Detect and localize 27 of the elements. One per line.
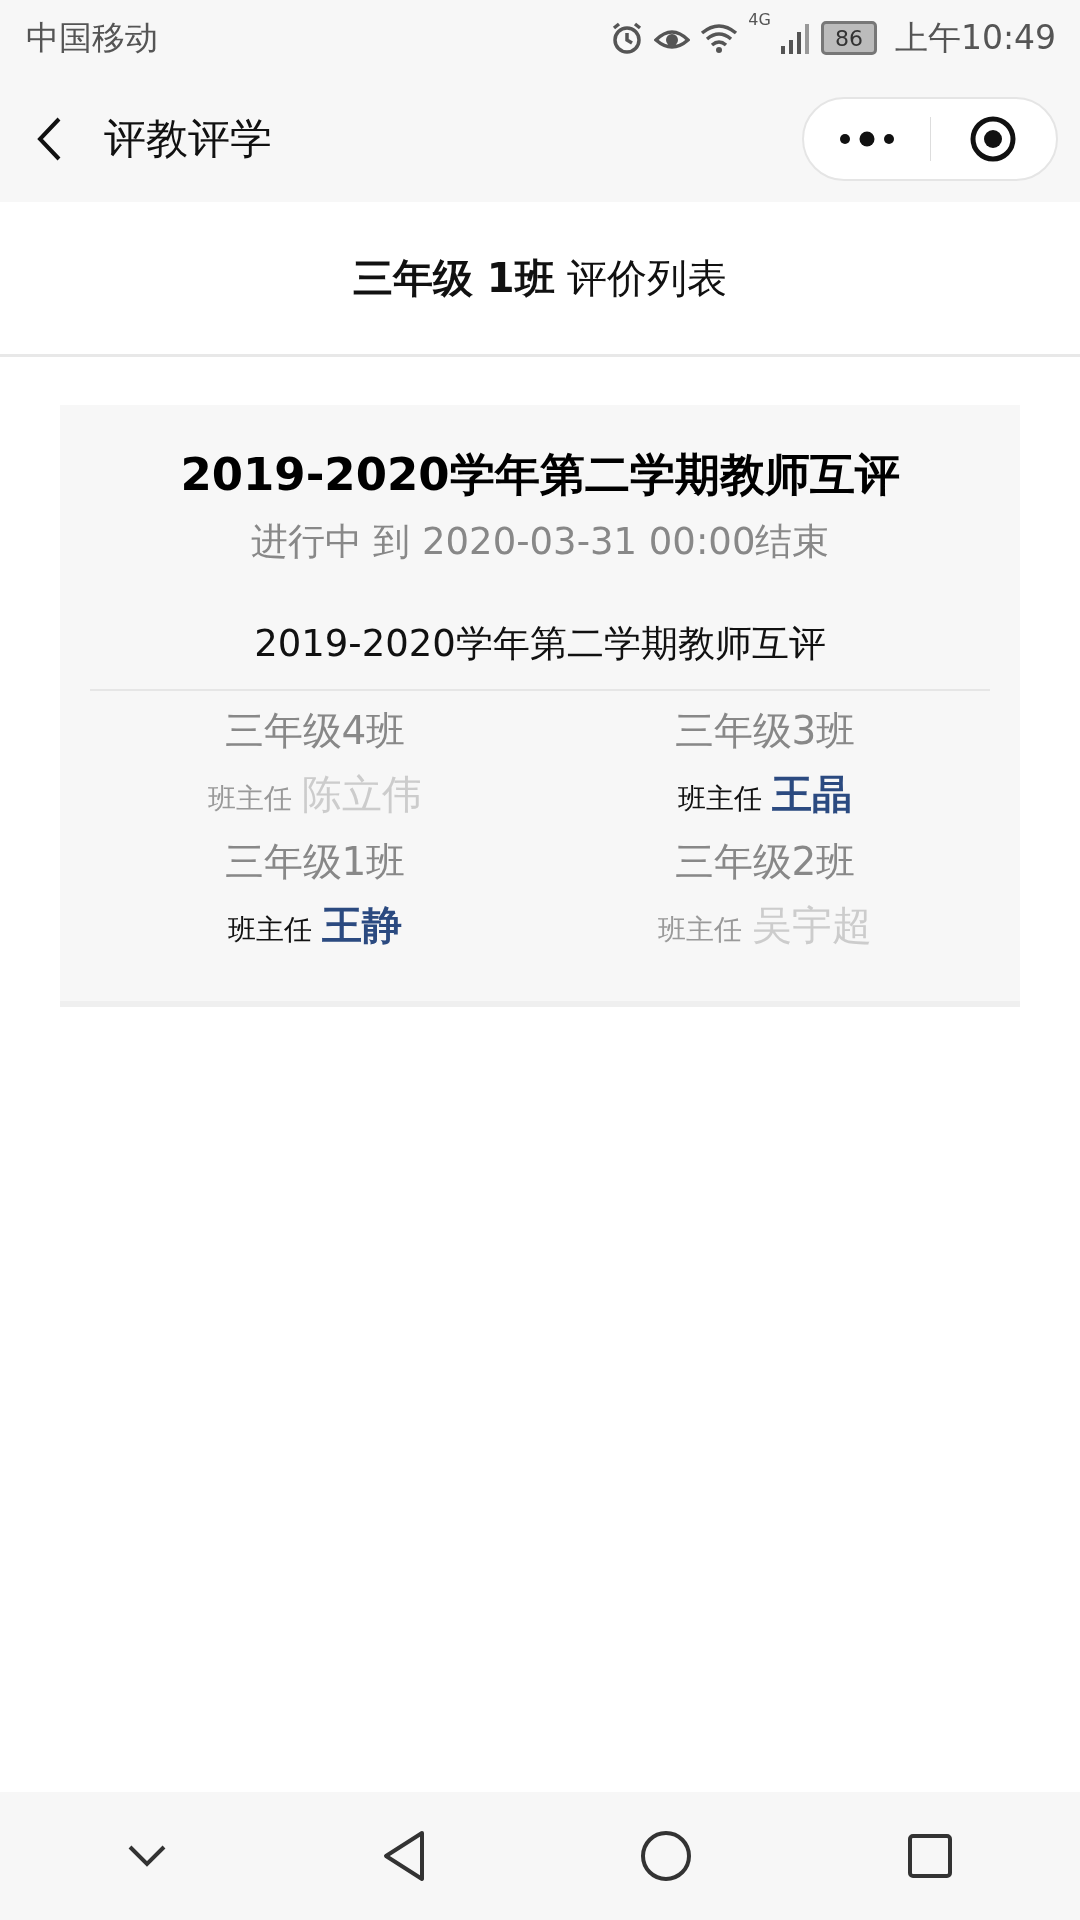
- more-icon[interactable]: [838, 131, 895, 147]
- home-circle-icon[interactable]: [640, 1830, 693, 1882]
- class-name: 三年级3班: [674, 707, 856, 755]
- wifi-icon: [700, 22, 739, 54]
- teacher-name[interactable]: 王晶: [772, 759, 852, 829]
- class-name: 三年级1班: [224, 838, 406, 886]
- role-label: 班主任: [658, 912, 742, 948]
- signal-icon: [780, 22, 811, 54]
- evaluation-status: 进行中 到 2020-03-31 00:00结束: [250, 519, 830, 565]
- role-label: 班主任: [678, 781, 762, 817]
- role-label: 班主任: [228, 912, 312, 948]
- nav-title: 评教评学: [104, 113, 273, 165]
- evaluation-title: 2019-2020学年第二学期教师互评: [180, 447, 900, 503]
- network-type: 4G: [748, 9, 771, 29]
- carrier-name: 中国移动: [26, 16, 158, 59]
- chevron-down-icon[interactable]: [127, 1844, 168, 1868]
- back-triangle-icon[interactable]: [381, 1830, 426, 1882]
- page-title: 三年级 1班 评价列表: [352, 253, 728, 303]
- class-name: 三年级2班: [674, 838, 856, 886]
- recents-square-icon[interactable]: [906, 1833, 953, 1879]
- role-label: 班主任: [208, 781, 292, 817]
- class-name: 三年级4班: [224, 707, 406, 755]
- battery-level: 86: [820, 21, 877, 55]
- evaluation-subtitle: 2019-2020学年第二学期教师互评: [254, 621, 826, 667]
- back-icon[interactable]: [36, 116, 62, 162]
- teacher-name[interactable]: 王静: [322, 890, 402, 960]
- clock-time: 上午10:49: [894, 16, 1056, 59]
